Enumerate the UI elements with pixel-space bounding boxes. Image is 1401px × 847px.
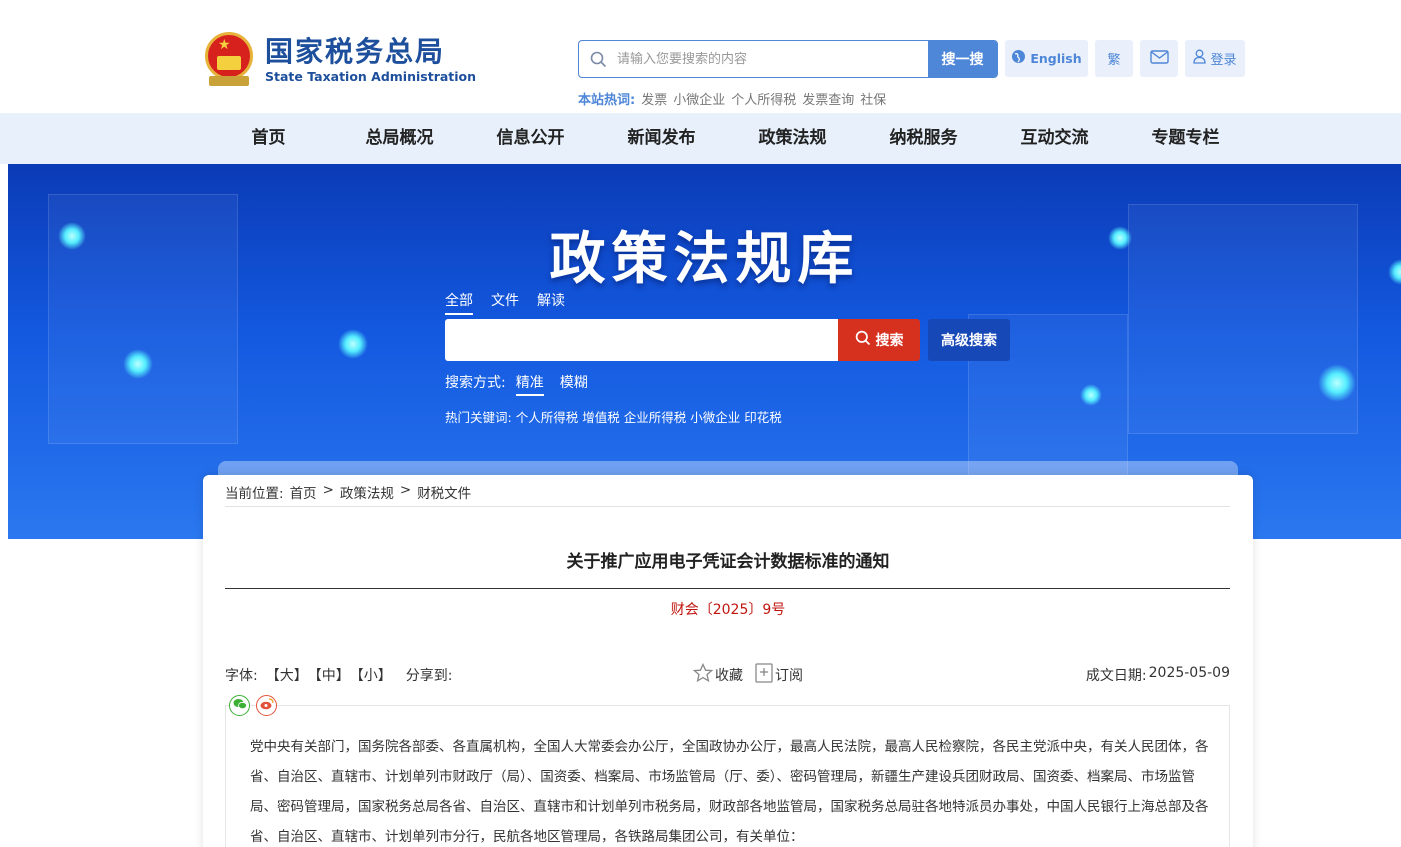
- subscribe-button[interactable]: 订阅: [755, 663, 803, 687]
- light-dot: [1318, 364, 1356, 402]
- star-icon: [692, 662, 714, 687]
- logo-title-cn: 国家税务总局: [265, 35, 446, 68]
- nav-item-overview[interactable]: 总局概况: [334, 113, 465, 164]
- weibo-icon: [260, 698, 274, 713]
- wechat-share-button[interactable]: [229, 695, 250, 716]
- english-label: English: [1030, 51, 1082, 66]
- policy-search-label: 搜索: [875, 333, 904, 349]
- nav-item-news[interactable]: 新闻发布: [596, 113, 727, 164]
- nav-item-topics[interactable]: 专题专栏: [1120, 113, 1251, 164]
- tab-interpretation[interactable]: 解读: [537, 290, 565, 315]
- nav-item-home[interactable]: 首页: [203, 113, 334, 164]
- globe-icon: [1011, 49, 1026, 68]
- breadcrumb-policy[interactable]: 政策法规: [340, 482, 394, 502]
- login-label: 登录: [1210, 53, 1237, 68]
- search-icon: [579, 41, 617, 77]
- hot-keyword-link[interactable]: 个人所得税: [516, 407, 579, 426]
- nav-item-disclosure[interactable]: 信息公开: [465, 113, 596, 164]
- divider: [225, 506, 1230, 507]
- font-size-small-button[interactable]: 【小】: [350, 665, 392, 685]
- hot-word-link[interactable]: 社保: [860, 89, 886, 108]
- search-scope-tabs: 全部 文件 解读: [445, 290, 565, 315]
- nav-item-service[interactable]: 纳税服务: [858, 113, 989, 164]
- weibo-share-button[interactable]: [256, 695, 277, 716]
- breadcrumb-fiscal-docs[interactable]: 财税文件: [417, 482, 471, 502]
- light-dot: [1080, 384, 1102, 406]
- wechat-icon: [233, 698, 247, 713]
- mail-button[interactable]: [1140, 40, 1178, 77]
- article-title: 关于推广应用电子凭证会计数据标准的通知: [566, 552, 890, 572]
- article-body-text: 党中央有关部门，国务院各部委、各直属机构，全国人大常委会办公厅，全国政协办公厅，…: [250, 739, 1209, 845]
- hot-keywords: 热门关键词: 个人所得税 增值税 企业所得税 小微企业 印花税: [445, 407, 782, 426]
- site-logo[interactable]: ★ 国家税务总局 State Taxation Administration: [203, 32, 476, 88]
- document-number: 财会〔2025〕9号: [670, 602, 786, 618]
- banner-title: 政策法规库: [549, 226, 860, 292]
- date-value: 2025-05-09: [1148, 665, 1230, 681]
- national-emblem-icon: ★: [203, 32, 255, 88]
- mode-fuzzy[interactable]: 模糊: [560, 372, 588, 396]
- nav-item-interaction[interactable]: 互动交流: [989, 113, 1120, 164]
- font-size-medium-button[interactable]: 【中】: [308, 665, 350, 685]
- share-buttons: [229, 695, 277, 716]
- logo-title-en: State Taxation Administration: [265, 69, 477, 84]
- light-dot: [123, 349, 153, 379]
- article-actions: 收藏 订阅: [692, 662, 803, 687]
- share-label: 分享到:: [405, 668, 453, 684]
- font-size-tools: 字体: 【大】 【中】 【小】 分享到:: [225, 665, 452, 685]
- user-icon: [1193, 49, 1207, 68]
- mail-icon: [1149, 49, 1169, 68]
- search-icon: [855, 330, 871, 350]
- issue-date: 成文日期: 2025-05-09: [1086, 665, 1230, 685]
- main-nav: 首页 总局概况 信息公开 新闻发布 政策法规 纳税服务 互动交流 专题专栏: [0, 113, 1401, 164]
- nav-item-policy[interactable]: 政策法规: [727, 113, 858, 164]
- english-button[interactable]: English: [1005, 40, 1088, 77]
- hot-word-link[interactable]: 发票查询: [802, 89, 854, 108]
- breadcrumb-separator: >: [322, 482, 334, 498]
- policy-search-button[interactable]: 搜索: [838, 319, 920, 361]
- site-search-bar: 搜一搜: [578, 40, 998, 78]
- hot-keyword-link[interactable]: 小微企业: [690, 407, 740, 426]
- site-header: ★ 国家税务总局 State Taxation Administration 搜…: [0, 0, 1401, 113]
- mode-exact[interactable]: 精准: [515, 372, 544, 396]
- breadcrumb-home[interactable]: 首页: [290, 482, 317, 502]
- tab-all[interactable]: 全部: [445, 290, 473, 315]
- hot-keyword-link[interactable]: 增值税: [582, 407, 620, 426]
- hot-keywords-label: 热门关键词:: [445, 410, 512, 425]
- search-mode-label: 搜索方式:: [445, 375, 506, 391]
- font-size-large-button[interactable]: 【大】: [266, 665, 308, 685]
- breadcrumb: 当前位置: 首页 > 政策法规 > 财税文件: [225, 482, 471, 502]
- hot-words-label: 本站热词:: [578, 93, 636, 108]
- site-search-button[interactable]: 搜一搜: [928, 41, 997, 77]
- hot-keyword-link[interactable]: 企业所得税: [624, 407, 687, 426]
- login-button[interactable]: 登录: [1185, 40, 1245, 77]
- hot-word-link[interactable]: 发票: [641, 89, 667, 108]
- hot-words: 本站热词: 发票 小微企业 个人所得税 发票查询 社保: [578, 89, 886, 108]
- breadcrumb-separator: >: [399, 482, 412, 498]
- date-label: 成文日期:: [1085, 668, 1147, 684]
- hot-word-link[interactable]: 个人所得税: [731, 89, 796, 108]
- search-mode: 搜索方式: 精准 模糊: [445, 372, 588, 396]
- subscribe-icon: [755, 663, 773, 687]
- article-card: 当前位置: 首页 > 政策法规 > 财税文件 关于推广应用电子凭证会计数据标准的…: [203, 475, 1253, 847]
- article-body: 党中央有关部门，国务院各部委、各直属机构，全国人大常委会办公厅，全国政协办公厅，…: [225, 705, 1230, 847]
- advanced-search-button[interactable]: 高级搜索: [928, 319, 1010, 361]
- collect-label: 收藏: [715, 668, 743, 684]
- hot-keyword-link[interactable]: 印花税: [744, 407, 782, 426]
- traditional-chinese-button[interactable]: 繁: [1095, 40, 1133, 77]
- tab-documents[interactable]: 文件: [491, 290, 519, 315]
- site-search-input[interactable]: [617, 41, 928, 77]
- font-size-label: 字体:: [225, 668, 258, 684]
- policy-search-input[interactable]: [445, 319, 838, 361]
- breadcrumb-label: 当前位置:: [225, 486, 284, 502]
- title-divider: [225, 588, 1230, 589]
- subscribe-label: 订阅: [775, 668, 803, 684]
- light-dot: [338, 329, 368, 359]
- hot-word-link[interactable]: 小微企业: [673, 89, 725, 108]
- collect-button[interactable]: 收藏: [692, 662, 743, 687]
